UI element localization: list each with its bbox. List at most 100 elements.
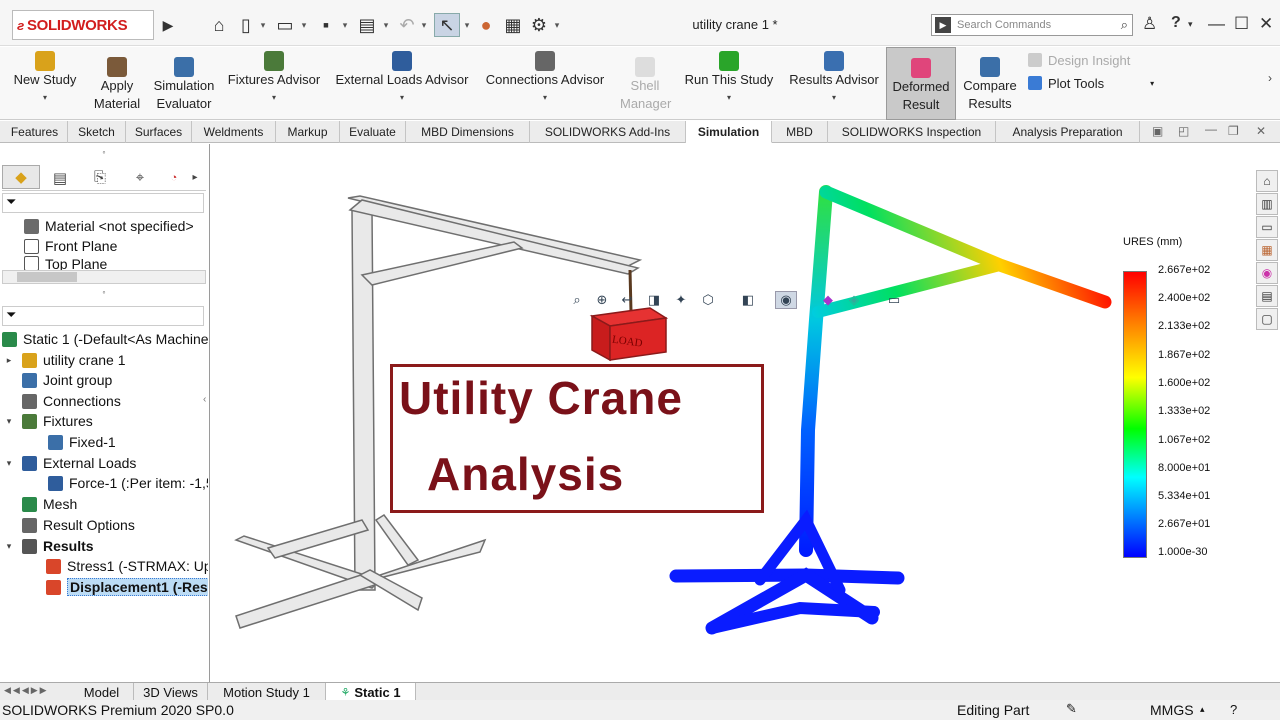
- graphics-area[interactable]: LOAD ⌕ ⊕ ↩ ◨ ✦ ⬡ ◧ ◉ ◆ ◈ ▭ Utility Crane…: [211, 144, 1280, 682]
- chevron-up-icon[interactable]: ▴: [1200, 704, 1205, 715]
- external-loads-advisor-button[interactable]: External Loads Advisor ▾: [330, 47, 474, 120]
- zoom-to-fit-icon[interactable]: ⌕: [566, 291, 588, 309]
- minimize-icon[interactable]: —: [1208, 14, 1225, 34]
- tile-view-icon[interactable]: ◰: [1178, 124, 1189, 138]
- tab-analysis-preparation[interactable]: Analysis Preparation: [996, 121, 1140, 143]
- compare-results-button[interactable]: Compare Results: [958, 47, 1022, 120]
- user-icon[interactable]: ♙: [1142, 14, 1157, 34]
- design-library-icon[interactable]: ▥: [1256, 193, 1278, 215]
- tab-weldments[interactable]: Weldments: [192, 121, 276, 143]
- tree-item-top-plane[interactable]: Top Plane: [0, 256, 208, 270]
- search-icon[interactable]: ⌕: [1121, 17, 1128, 33]
- tab-simulation[interactable]: Simulation: [686, 121, 772, 143]
- tree-item-external-loads[interactable]: ▾ External Loads: [0, 453, 208, 473]
- tab-mbd-dimensions[interactable]: MBD Dimensions: [406, 121, 530, 143]
- chevron-down-icon[interactable]: ▾: [259, 13, 267, 37]
- tab-surfaces[interactable]: Surfaces: [126, 121, 192, 143]
- results-advisor-button[interactable]: Results Advisor ▾: [784, 47, 884, 120]
- tab-motion-study[interactable]: Motion Study 1: [208, 683, 326, 701]
- doc-close-icon[interactable]: ✕: [1256, 124, 1266, 138]
- property-manager-tab-icon[interactable]: ▤: [40, 165, 80, 190]
- tree-item-connections[interactable]: Connections: [0, 391, 208, 411]
- plot-tools-button[interactable]: Plot Tools ▾: [1028, 73, 1154, 93]
- fixtures-advisor-button[interactable]: Fixtures Advisor ▾: [223, 47, 325, 120]
- new-document-icon[interactable]: ▯: [236, 13, 256, 37]
- chevron-down-icon[interactable]: ▾: [463, 13, 471, 37]
- simulation-evaluator-button[interactable]: Simulation Evaluator: [148, 47, 220, 120]
- previous-view-icon[interactable]: ↩: [616, 291, 638, 309]
- forum-icon[interactable]: ▢: [1256, 308, 1278, 330]
- zoom-to-area-icon[interactable]: ⊕: [591, 291, 613, 309]
- tree-item-fixed-1[interactable]: Fixed-1: [0, 432, 208, 452]
- tab-solidworks-add-ins[interactable]: SOLIDWORKS Add-Ins: [530, 121, 686, 143]
- solidworks-logo[interactable]: ƨ SOLIDWORKS: [12, 10, 154, 40]
- chevron-down-icon[interactable]: ▾: [553, 13, 561, 37]
- deformed-result-button[interactable]: Deformed Result: [886, 47, 956, 120]
- home-icon[interactable]: ⌂: [208, 13, 230, 37]
- save-icon[interactable]: ▪: [314, 13, 338, 37]
- section-view-icon[interactable]: ◨: [643, 291, 665, 309]
- tree-item-part[interactable]: ▸ utility crane 1: [0, 350, 208, 370]
- dynamic-annotation-icon[interactable]: ✦: [670, 291, 692, 309]
- splitter-handle[interactable]: °: [0, 290, 208, 299]
- maximize-icon[interactable]: ☐: [1234, 14, 1249, 34]
- doc-restore-icon[interactable]: ❐: [1228, 124, 1239, 138]
- panel-collapse-icon[interactable]: ‹: [203, 394, 206, 405]
- tree-item-result-options[interactable]: Result Options: [0, 515, 208, 535]
- tree-item-displacement1[interactable]: Displacement1 (-Res disp-): [0, 577, 208, 597]
- print-icon[interactable]: ▤: [355, 13, 379, 37]
- collapse-arrow-icon[interactable]: ▾: [2, 416, 16, 427]
- tab-static-1[interactable]: ⚘ Static 1: [326, 683, 416, 701]
- close-icon[interactable]: ✕: [1259, 14, 1273, 34]
- configuration-manager-tab-icon[interactable]: ⎘: [80, 165, 120, 190]
- edit-appearance-icon[interactable]: ◆: [817, 291, 839, 309]
- chevron-down-icon[interactable]: ▾: [420, 13, 428, 37]
- restore-view-icon[interactable]: ▣: [1152, 124, 1163, 138]
- expand-menu-icon[interactable]: ▶: [160, 13, 176, 37]
- display-style-icon[interactable]: ◧: [737, 291, 759, 309]
- doc-minimize-icon[interactable]: —: [1205, 122, 1217, 136]
- chevron-down-icon[interactable]: ▾: [300, 13, 308, 37]
- splitter-handle[interactable]: °: [0, 150, 208, 159]
- tree-item-joint-group[interactable]: Joint group: [0, 370, 208, 390]
- tab-model[interactable]: Model: [70, 683, 134, 701]
- filter-icon[interactable]: ⏷: [2, 193, 204, 213]
- collapse-arrow-icon[interactable]: ▾: [2, 458, 16, 469]
- design-insight-button[interactable]: Design Insight: [1028, 50, 1130, 70]
- tree-item-force-1[interactable]: Force-1 (:Per item: -1,500 N:): [0, 473, 208, 493]
- tree-item-static-study[interactable]: Static 1 (-Default<As Machined>-): [0, 329, 208, 349]
- tab-evaluate[interactable]: Evaluate: [340, 121, 406, 143]
- collapse-arrow-icon[interactable]: ▾: [2, 541, 16, 552]
- chevron-down-icon[interactable]: ▾: [1188, 19, 1193, 30]
- new-study-button[interactable]: New Study ▾: [6, 47, 84, 120]
- chevron-down-icon[interactable]: ▾: [341, 13, 349, 37]
- connections-advisor-button[interactable]: Connections Advisor ▾: [478, 47, 612, 120]
- view-palette-icon[interactable]: ▦: [1256, 239, 1278, 261]
- filter-icon[interactable]: ⏷: [2, 306, 204, 326]
- unit-system[interactable]: MMGS: [1150, 702, 1194, 718]
- appearances-icon[interactable]: ◉: [1256, 262, 1278, 284]
- expand-arrow-icon[interactable]: ▸: [2, 355, 16, 366]
- run-this-study-button[interactable]: Run This Study ▾: [680, 47, 778, 120]
- tree-item-results[interactable]: ▾ Results: [0, 536, 208, 556]
- shell-manager-button[interactable]: Shell Manager: [614, 47, 676, 120]
- file-properties-icon[interactable]: ▦: [502, 13, 524, 37]
- tree-item-stress1[interactable]: Stress1 (-STRMAX: Upper bound axial and …: [0, 556, 208, 576]
- tree-item-mesh[interactable]: Mesh: [0, 494, 208, 514]
- tab-scroll-arrows-icon[interactable]: ◀◀◀▶▶: [4, 685, 49, 696]
- tab-3d-views[interactable]: 3D Views: [134, 683, 208, 701]
- apply-scene-icon[interactable]: ◈: [843, 291, 865, 309]
- tab-mbd[interactable]: MBD: [772, 121, 828, 143]
- custom-properties-icon[interactable]: ▤: [1256, 285, 1278, 307]
- file-explorer-icon[interactable]: ▭: [1256, 216, 1278, 238]
- horizontal-scrollbar[interactable]: [2, 270, 206, 284]
- help-icon[interactable]: ?: [1230, 702, 1237, 717]
- chevron-down-icon[interactable]: ▾: [382, 13, 390, 37]
- tab-solidworks-inspection[interactable]: SOLIDWORKS Inspection: [828, 121, 996, 143]
- search-commands-field[interactable]: ▶ Search Commands ⌕: [931, 14, 1133, 36]
- tree-item-material[interactable]: Material <not specified>: [0, 216, 208, 236]
- select-arrow-icon[interactable]: ↖: [434, 13, 460, 37]
- tab-features[interactable]: Features: [2, 121, 68, 143]
- traffic-light-icon[interactable]: ●: [477, 13, 495, 37]
- apply-material-button[interactable]: Apply Material: [86, 47, 148, 120]
